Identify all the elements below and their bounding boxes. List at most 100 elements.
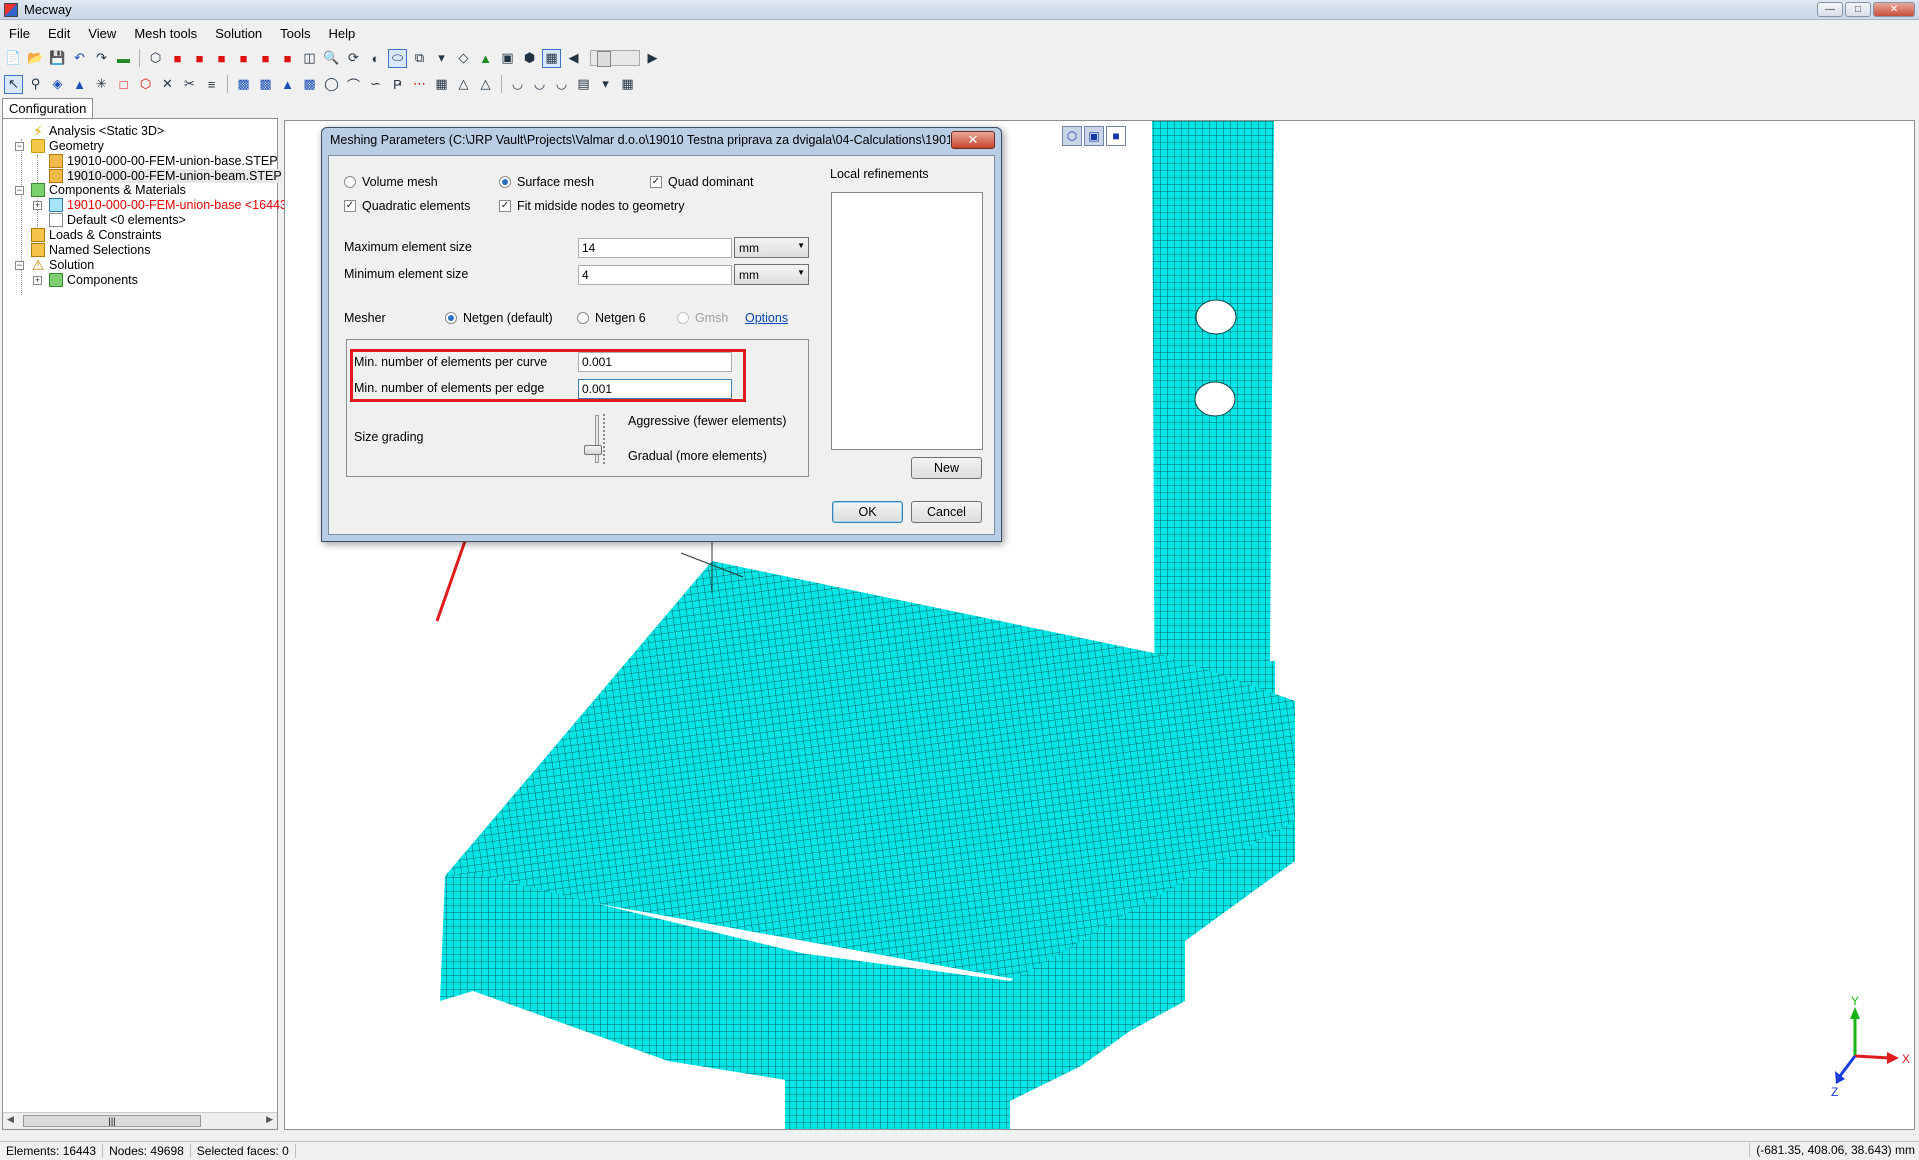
delete-icon[interactable]: ✕ xyxy=(158,75,177,94)
netgen6-radio[interactable]: Netgen 6 xyxy=(577,311,646,325)
fit-midside-nodes-checkbox[interactable]: ✓ Fit midside nodes to geometry xyxy=(499,199,684,213)
arc-icon[interactable]: ⌒ xyxy=(344,75,363,94)
mirror-icon[interactable]: ▲ xyxy=(278,75,297,94)
select-elements-icon[interactable]: ▲ xyxy=(70,75,89,94)
redo-icon[interactable]: ↷ xyxy=(92,49,111,68)
equals-icon[interactable]: ▬ xyxy=(114,49,133,68)
select-faces-icon[interactable]: ⚲ xyxy=(26,75,45,94)
undo-icon[interactable]: ↶ xyxy=(70,49,89,68)
scrollbar-thumb[interactable]: ||| xyxy=(23,1115,201,1127)
min-element-unit-select[interactable]: mm ▼ xyxy=(734,264,809,285)
table-icon[interactable]: ▦ xyxy=(618,75,637,94)
wireframe-view-icon[interactable]: ⬡ xyxy=(1062,126,1082,146)
collapse-components-icon[interactable]: − xyxy=(15,186,24,195)
radio-button[interactable] xyxy=(445,312,457,324)
shaded-view-icon[interactable]: ▣ xyxy=(498,49,517,68)
explode-icon[interactable]: ✳ xyxy=(92,75,111,94)
scroll-right-icon[interactable]: ▶ xyxy=(643,49,662,68)
wire-view-icon[interactable]: ⬢ xyxy=(520,49,539,68)
tab-configuration[interactable]: Configuration xyxy=(2,98,94,118)
shell-thick-icon[interactable]: ◡ xyxy=(530,75,549,94)
merge-icon[interactable]: Ҏ xyxy=(388,75,407,94)
collapse-solution-icon[interactable]: − xyxy=(15,261,24,270)
view-bottom-icon[interactable]: ■ xyxy=(278,49,297,68)
options-link[interactable]: Options xyxy=(745,311,788,325)
close-button[interactable]: ✕ xyxy=(1873,2,1915,17)
menu-tools[interactable]: Tools xyxy=(271,26,319,41)
wireframe-cube-icon[interactable]: ⬡ xyxy=(146,49,165,68)
toolbar-slider[interactable] xyxy=(590,50,640,67)
radio-button[interactable] xyxy=(577,312,589,324)
fit-view-icon[interactable]: ◐ xyxy=(366,49,385,68)
cube-icon[interactable]: ⬡ xyxy=(136,75,155,94)
quad-dominant-checkbox[interactable]: ✓ Quad dominant xyxy=(650,175,753,189)
menu-mesh-tools[interactable]: Mesh tools xyxy=(125,26,206,41)
grid-view-icon[interactable]: ▦ xyxy=(542,48,561,68)
tree-horizontal-scrollbar[interactable]: ◀ ||| ▶ xyxy=(3,1112,277,1129)
copy-icon[interactable]: ▩ xyxy=(256,75,275,94)
solid-view-icon[interactable]: ▲ xyxy=(476,49,495,68)
move-icon[interactable]: ▩ xyxy=(234,75,253,94)
cut-icon[interactable]: ✂ xyxy=(180,75,199,94)
scroll-right-arrow-icon[interactable]: ▶ xyxy=(266,1114,273,1125)
select-icon[interactable]: ↖ xyxy=(4,74,23,94)
nodes-icon[interactable]: ⋯ xyxy=(410,75,429,94)
cylinder-icon[interactable]: ◯ xyxy=(322,75,341,94)
tet-icon[interactable]: △ xyxy=(454,75,473,94)
shell-offset-icon[interactable]: ◡ xyxy=(552,75,571,94)
scroll-left-arrow-icon[interactable]: ◀ xyxy=(7,1114,14,1125)
transform-icon[interactable]: ⧉ xyxy=(410,49,429,68)
expand-component-icon[interactable]: + xyxy=(33,201,42,210)
new-refinement-button[interactable]: New xyxy=(911,457,982,479)
netgen-default-radio[interactable]: Netgen (default) xyxy=(445,311,553,325)
dropdown-arrow-icon[interactable]: ▾ xyxy=(432,49,451,68)
ok-button[interactable]: OK xyxy=(832,501,903,523)
open-file-icon[interactable]: 📂 xyxy=(26,49,45,68)
min-per-edge-input[interactable]: 0.001 xyxy=(578,379,732,399)
dropdown-arrow-icon[interactable]: ▾ xyxy=(596,75,615,94)
cancel-button[interactable]: Cancel xyxy=(911,501,982,523)
box-icon[interactable]: □ xyxy=(114,75,133,94)
view-back-icon[interactable]: ■ xyxy=(190,49,209,68)
max-element-size-input[interactable]: 14 xyxy=(578,238,732,258)
scale-icon[interactable]: ▩ xyxy=(300,75,319,94)
menu-help[interactable]: Help xyxy=(320,26,365,41)
maximize-button[interactable]: □ xyxy=(1845,2,1871,17)
rotate-icon[interactable]: ⟳ xyxy=(344,49,363,68)
select-nodes-icon[interactable]: ◈ xyxy=(48,75,67,94)
menu-view[interactable]: View xyxy=(79,26,125,41)
triangle-icon[interactable]: △ xyxy=(476,75,495,94)
radio-button[interactable] xyxy=(344,176,356,188)
local-refinements-list[interactable] xyxy=(831,192,983,450)
checkbox-checked-icon[interactable]: ✓ xyxy=(650,176,662,188)
min-per-curve-input[interactable]: 0.001 xyxy=(578,352,732,372)
spline-icon[interactable]: ∽ xyxy=(366,75,385,94)
save-icon[interactable]: 💾 xyxy=(48,49,67,68)
collapse-geometry-icon[interactable]: − xyxy=(15,142,24,151)
quadratic-elements-checkbox[interactable]: ✓ Quadratic elements xyxy=(344,199,470,213)
minimize-button[interactable]: — xyxy=(1817,2,1843,17)
volume-mesh-radio[interactable]: Volume mesh xyxy=(344,175,438,189)
surface-icon[interactable]: ◇ xyxy=(454,49,473,68)
max-element-unit-select[interactable]: mm ▼ xyxy=(734,237,809,258)
tree-item-solution-components[interactable]: Components xyxy=(49,271,138,289)
radio-button[interactable] xyxy=(499,176,511,188)
checkbox-checked-icon[interactable]: ✓ xyxy=(499,200,511,212)
scroll-left-icon[interactable]: ◀ xyxy=(564,49,583,68)
show-mesh-icon[interactable]: ⬭ xyxy=(388,48,407,68)
surface-mesh-radio[interactable]: Surface mesh xyxy=(499,175,594,189)
min-element-size-input[interactable]: 4 xyxy=(578,265,732,285)
menu-solution[interactable]: Solution xyxy=(206,26,271,41)
view-right-icon[interactable]: ■ xyxy=(234,49,253,68)
new-file-icon[interactable]: 📄 xyxy=(4,49,23,68)
refine-icon[interactable]: ▦ xyxy=(432,75,451,94)
shell-icon[interactable]: ◡ xyxy=(508,75,527,94)
view-top-icon[interactable]: ■ xyxy=(256,49,275,68)
menu-file[interactable]: File xyxy=(0,26,39,41)
menu-edit[interactable]: Edit xyxy=(39,26,79,41)
view-front-icon[interactable]: ■ xyxy=(168,49,187,68)
checkbox-checked-icon[interactable]: ✓ xyxy=(344,200,356,212)
layers-icon[interactable]: ▤ xyxy=(574,75,593,94)
expand-solution-components-icon[interactable]: + xyxy=(33,276,42,285)
options-link-text[interactable]: Options xyxy=(745,311,788,325)
